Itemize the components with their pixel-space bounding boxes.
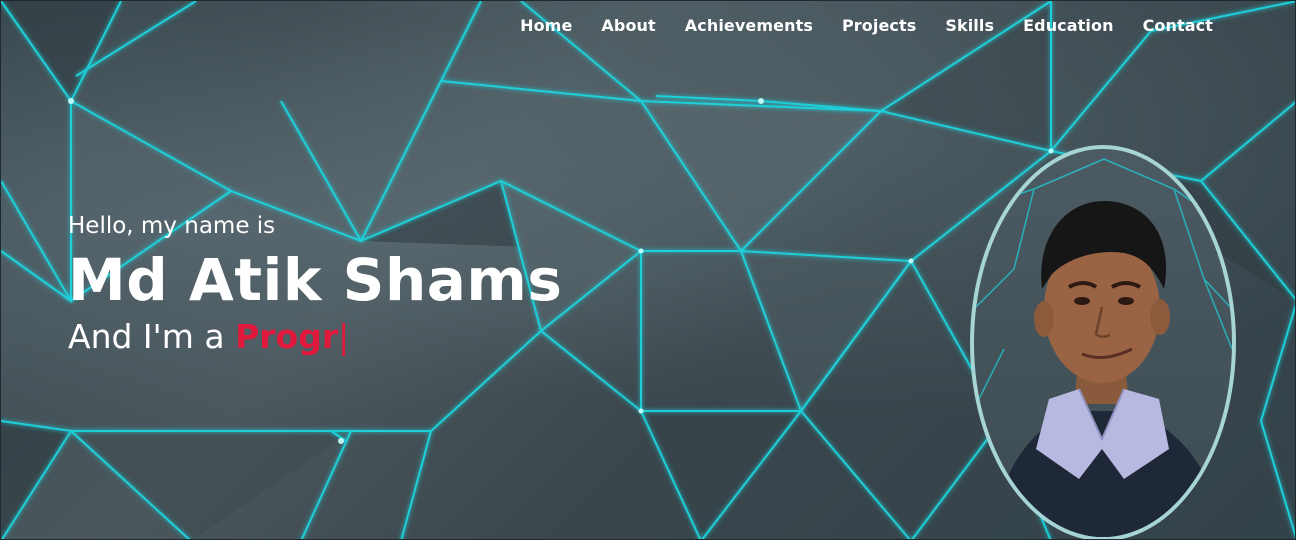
nav-contact-link[interactable]: Contact bbox=[1143, 15, 1213, 37]
main-nav: Home About Achievements Projects Skills … bbox=[520, 15, 1213, 37]
profile-photo bbox=[970, 145, 1236, 539]
typed-role-text: Progr bbox=[235, 317, 339, 356]
intro-block: Hello, my name is Md Atik Shams And I'm … bbox=[68, 211, 562, 357]
role-line: And I'm a Progr| bbox=[68, 317, 562, 357]
name-heading: Md Atik Shams bbox=[68, 246, 563, 314]
role-prefix: And I'm a bbox=[68, 317, 236, 356]
nav-about-link[interactable]: About bbox=[601, 15, 655, 37]
nav-education-link[interactable]: Education bbox=[1023, 15, 1113, 37]
typing-cursor: | bbox=[338, 317, 350, 356]
greeting-text: Hello, my name is bbox=[68, 213, 276, 239]
hero-section: Home About Achievements Projects Skills … bbox=[0, 0, 1296, 540]
profile-photo-icon bbox=[974, 158, 1232, 537]
nav-projects-link[interactable]: Projects bbox=[842, 15, 916, 37]
nav-achievements-link[interactable]: Achievements bbox=[685, 15, 813, 37]
nav-home-link[interactable]: Home bbox=[520, 15, 572, 37]
nav-skills-link[interactable]: Skills bbox=[945, 15, 994, 37]
